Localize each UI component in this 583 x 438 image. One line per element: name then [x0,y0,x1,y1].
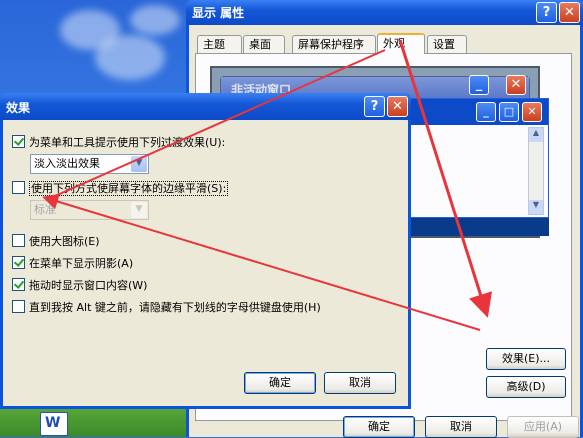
preview-bottom-band [407,218,549,236]
transition-effect-select[interactable]: 淡入淡出效果 ▼ [30,154,149,174]
ok-button[interactable]: 确定 [343,416,415,438]
effects-dialog: 效果 ? ✕ 为菜单和工具提示使用下列过渡效果(U): 淡入淡出效果 ▼ 使用下… [0,93,411,409]
minimize-icon: _ [476,102,496,122]
help-button[interactable]: ? [364,96,385,117]
effects-titlebar[interactable]: 效果 ? ✕ [0,93,411,120]
preview-active-window: _ □ ✕ ▲ ▼ [407,98,549,218]
menu-shadow-label: 在菜单下显示阴影(A) [29,257,134,270]
hide-underline-option[interactable]: 直到我按 Alt 键之前，请隐藏有下划线的字母供键盘使用(H) [12,300,321,316]
advanced-button[interactable]: 高级(D) [486,376,566,398]
cloud [130,5,180,35]
transition-checkbox[interactable] [12,135,25,148]
menu-shadow-checkbox[interactable] [12,256,25,269]
drag-contents-label: 拖动时显示窗口内容(W) [29,279,148,292]
font-smoothing-value: 标准 [34,203,56,216]
large-icons-option[interactable]: 使用大图标(E) [12,234,100,250]
ok-button[interactable]: 确定 [244,372,316,394]
tab-desktop[interactable]: 桌面 [243,35,285,53]
grass-hill [0,407,200,437]
effects-body: 为菜单和工具提示使用下列过渡效果(U): 淡入淡出效果 ▼ 使用下列方式使屏幕字… [3,120,408,406]
maximize-icon: □ [499,102,519,122]
close-button[interactable]: ✕ [387,96,408,117]
transition-option[interactable]: 为菜单和工具提示使用下列过渡效果(U): [12,135,225,151]
transition-label: 为菜单和工具提示使用下列过渡效果(U): [29,136,226,149]
tab-settings[interactable]: 设置 [427,35,467,53]
effects-title: 效果 [6,101,31,115]
chevron-down-icon[interactable]: ▼ [131,156,147,172]
close-icon: ✕ [506,75,526,95]
display-properties-titlebar[interactable]: 显示 属性 ? ✕ [186,0,583,25]
close-button[interactable]: ✕ [559,2,580,23]
minimize-icon: _ [469,75,489,95]
preview-active-titlebar: _ □ ✕ [408,99,548,125]
word-document-icon[interactable]: W [40,412,68,436]
cancel-button[interactable]: 取消 [425,416,497,438]
drag-contents-option[interactable]: 拖动时显示窗口内容(W) [12,278,147,294]
apply-button[interactable]: 应用(A) [507,416,579,438]
transition-effect-value: 淡入淡出效果 [34,157,100,170]
font-smoothing-select[interactable]: 标准 ▼ [30,200,149,220]
hide-underline-label: 直到我按 Alt 键之前，请隐藏有下划线的字母供键盘使用(H) [29,301,321,314]
tab-appearance[interactable]: 外观 [377,33,425,54]
help-button[interactable]: ? [536,2,557,23]
font-smoothing-option[interactable]: 使用下列方式使屏幕字体的边缘平滑(S): [12,181,229,197]
large-icons-checkbox[interactable] [12,234,25,247]
chevron-down-icon: ▼ [131,202,147,218]
window-title: 显示 属性 [192,6,245,20]
scroll-up-icon: ▲ [529,128,543,142]
cancel-button[interactable]: 取消 [324,372,396,394]
tab-themes[interactable]: 主题 [197,35,242,53]
preview-scrollbar: ▲ ▼ [528,127,544,215]
effects-button[interactable]: 效果(E)... [486,348,566,370]
scroll-down-icon: ▼ [529,200,543,214]
hide-underline-checkbox[interactable] [12,300,25,313]
font-smoothing-label: 使用下列方式使屏幕字体的边缘平滑(S): [29,181,229,196]
drag-contents-checkbox[interactable] [12,278,25,291]
menu-shadow-option[interactable]: 在菜单下显示阴影(A) [12,256,133,272]
cloud [95,35,165,80]
tab-screensaver[interactable]: 屏幕保护程序 [292,35,376,53]
close-icon: ✕ [522,102,542,122]
font-smoothing-checkbox[interactable] [12,181,25,194]
large-icons-label: 使用大图标(E) [29,235,100,248]
